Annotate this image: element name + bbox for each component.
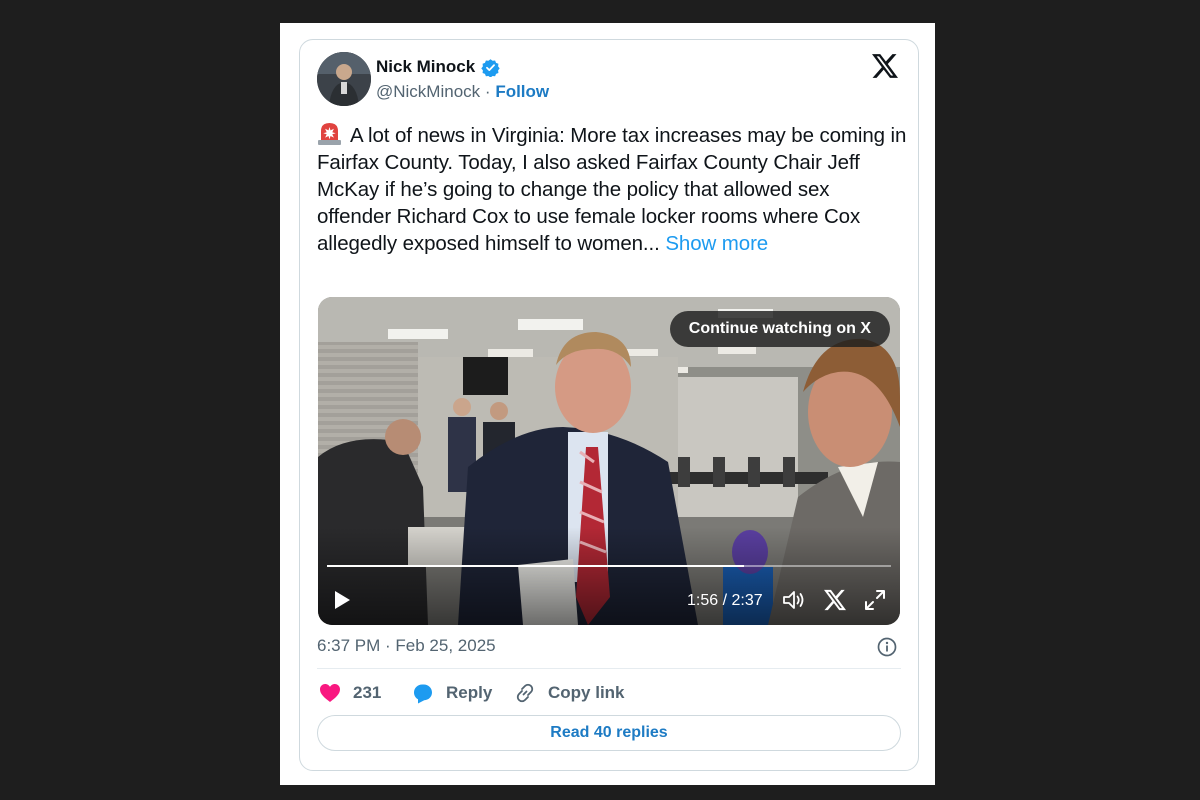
show-more-link[interactable]: Show more [665,232,768,255]
copy-link-label: Copy link [548,683,625,702]
divider [317,668,901,669]
x-logo-icon[interactable] [872,54,898,78]
reply-bubble-icon [414,684,432,703]
author-handle[interactable]: @NickMinock [376,82,480,101]
continue-watching-button[interactable]: Continue watching on X [669,311,890,347]
volume-icon[interactable] [782,589,806,611]
video-time: 1:56 / 2:37 [687,592,763,609]
author-name[interactable]: Nick Minock [376,57,475,77]
x-icon[interactable] [824,589,846,611]
like-count: 231 [353,683,382,702]
video-progress-fill [327,565,744,567]
heart-icon [320,684,340,702]
info-icon[interactable] [877,637,897,657]
profile-photo [317,52,371,106]
fullscreen-icon[interactable] [864,589,886,611]
handle-separator: · [484,82,491,101]
play-icon[interactable] [332,589,352,611]
tweet-text: A lot of news in Virginia: More tax incr… [317,121,907,257]
video-progress-bar[interactable] [327,565,891,567]
like-button[interactable]: 231 [319,680,381,706]
link-icon [516,683,534,703]
copy-link-button[interactable]: Copy link [514,680,625,706]
tweet-body: A lot of news in Virginia: More tax incr… [317,124,907,255]
tweet-timestamp[interactable]: 6:37 PM · Feb 25, 2025 [317,636,496,656]
handle-row: @NickMinock · Follow [376,82,549,102]
reply-button[interactable]: Reply [412,680,492,706]
read-replies-button[interactable]: Read 40 replies [317,715,901,751]
police-siren-emoji-icon [318,123,341,145]
verified-badge-icon [481,59,500,77]
follow-button[interactable]: Follow [495,82,549,101]
avatar[interactable] [317,52,371,106]
video-player[interactable]: Continue watching on X 1:56 / 2:37 [318,297,900,625]
reply-label: Reply [446,683,493,702]
